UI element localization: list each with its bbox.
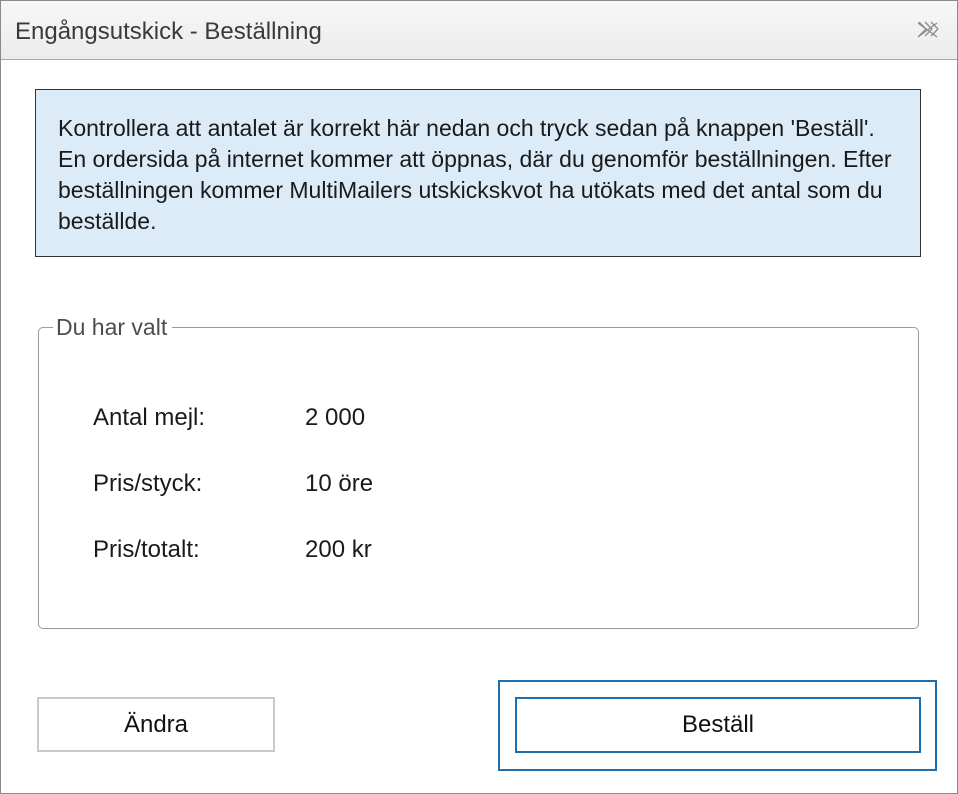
title-bar[interactable]: Engångsutskick - Beställning [1, 1, 957, 60]
order-button[interactable]: Beställ [515, 697, 921, 753]
mail-count-label: Antal mejl: [93, 404, 206, 431]
order-dialog: Engångsutskick - Beställning Kontrollera… [0, 0, 958, 794]
price-per-unit-value: 10 öre [305, 470, 374, 497]
window-title: Engångsutskick - Beställning [15, 18, 322, 45]
change-button[interactable]: Ändra [37, 697, 275, 752]
selection-group-legend: Du har valt [53, 314, 173, 341]
price-total-label: Pris/totalt: [93, 536, 200, 563]
info-text: Kontrollera att antalet är korrekt här n… [58, 115, 892, 234]
mail-count-value: 2 000 [305, 404, 366, 431]
price-per-unit-label: Pris/styck: [93, 470, 203, 497]
info-box: Kontrollera att antalet är korrekt här n… [35, 89, 921, 257]
price-total-value: 200 kr [305, 536, 372, 563]
close-icon[interactable] [917, 21, 939, 39]
